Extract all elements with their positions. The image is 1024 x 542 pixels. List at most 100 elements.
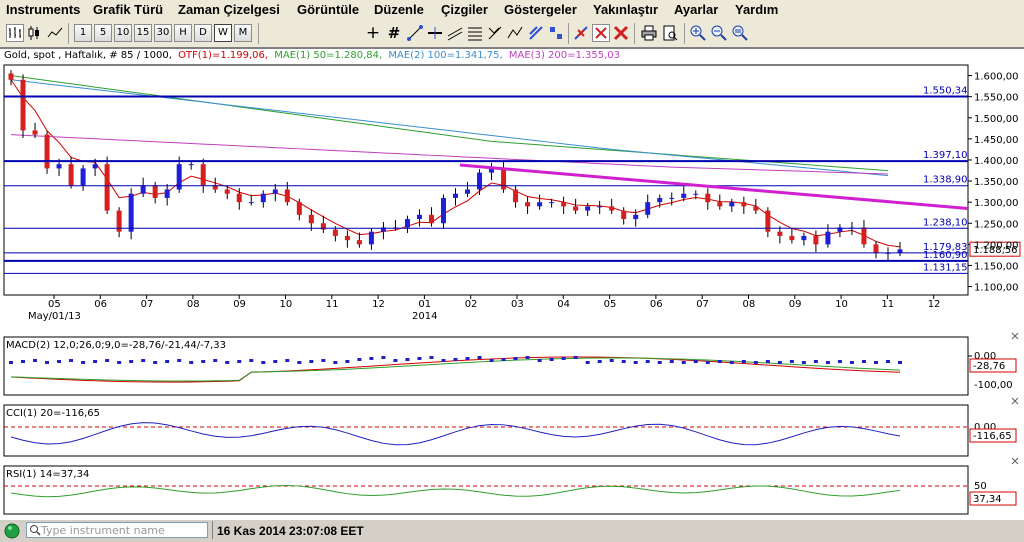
macd-histogram-bar	[861, 360, 866, 363]
tf-15-button[interactable]: 15	[134, 24, 152, 42]
tf-d-button[interactable]: D	[194, 24, 212, 42]
zoom-in-icon[interactable]	[689, 24, 707, 42]
menu-lines[interactable]: Çizgiler	[441, 2, 488, 17]
delete-selected-icon[interactable]	[592, 24, 610, 42]
y-tick-label: 1.600,00	[974, 72, 1019, 83]
print-preview-icon[interactable]	[661, 24, 679, 42]
bar-chart-icon[interactable]	[6, 24, 24, 42]
candle	[68, 164, 74, 186]
delete-line-icon[interactable]	[572, 24, 590, 42]
candle	[897, 249, 903, 253]
macd-histogram-bar	[93, 360, 98, 363]
shape-tool-icon[interactable]	[547, 24, 565, 42]
candle	[248, 202, 254, 204]
macd-histogram-bar	[417, 357, 422, 360]
menu-instruments[interactable]: Instruments	[6, 2, 80, 17]
x-tick-label: 04	[557, 299, 570, 310]
chart-canvas[interactable]: _ Gold, spot , Haftalık, # 85 / 1000, OT…	[0, 48, 1024, 520]
draw-line-icon[interactable]	[406, 24, 424, 42]
menu-help[interactable]: Yardım	[735, 2, 778, 17]
candle	[8, 73, 14, 80]
macd-histogram-bar	[381, 356, 386, 359]
tf-h-button[interactable]: H	[174, 24, 192, 42]
y-tick-label: 1.250,00	[974, 219, 1019, 230]
candle	[404, 219, 410, 228]
macd-histogram-bar	[561, 357, 566, 360]
text-tool-icon[interactable]	[527, 24, 545, 42]
candle	[92, 164, 98, 169]
tf-m-button[interactable]: M	[234, 24, 252, 42]
macd-histogram-bar	[777, 361, 782, 364]
panel-pin-icon[interactable]	[1011, 397, 1019, 405]
legend-mae3: MAE(3) 200=1.355,03	[509, 50, 620, 61]
macd-histogram-bar	[753, 361, 758, 364]
grid-hash-icon[interactable]: #	[385, 24, 403, 42]
panel-pin-icon[interactable]	[1011, 457, 1019, 465]
y-tick-label: 1.500,00	[974, 114, 1019, 125]
macd-histogram-bar	[81, 361, 86, 364]
price-level-label: 1.131,15	[923, 262, 968, 273]
price-level-label: 1.550,34	[923, 86, 968, 97]
zoom-reset-icon[interactable]	[731, 24, 749, 42]
macd-histogram-bar	[573, 356, 578, 359]
macd-histogram-bar	[369, 357, 374, 360]
macd-histogram-bar	[33, 359, 38, 362]
tf-1-button[interactable]: 1	[74, 24, 92, 42]
candle	[789, 235, 795, 241]
tf-30-button[interactable]: 30	[154, 24, 172, 42]
macd-histogram-bar	[609, 359, 614, 362]
macd-histogram-bar	[297, 361, 302, 364]
candle-chart-icon[interactable]	[26, 24, 44, 42]
candle	[681, 193, 687, 198]
menu-zoom[interactable]: Yakınlaştır	[593, 2, 658, 17]
legend-mae1: MAE(1) 50=1.280,84,	[274, 50, 382, 61]
macd-histogram-bar	[129, 360, 134, 363]
macd-histogram-bar	[405, 358, 410, 361]
macd-histogram-bar	[285, 359, 290, 362]
instrument-search-input[interactable]	[26, 522, 208, 538]
x-tick-label: 07	[696, 299, 709, 310]
macd-histogram-bar	[525, 356, 530, 359]
tf-5-button[interactable]: 5	[94, 24, 112, 42]
legend-mae2: MAE(2) 100=1.341,75,	[388, 50, 502, 61]
menu-settings[interactable]: Ayarlar	[674, 2, 718, 17]
candle	[188, 164, 194, 166]
menu-indicators[interactable]: Göstergeler	[504, 2, 577, 17]
draw-ray-icon[interactable]	[486, 24, 504, 42]
trend-line[interactable]	[459, 163, 969, 210]
macd-histogram-bar	[309, 360, 314, 363]
macd-histogram-bar	[813, 360, 818, 363]
x-tick-label: 11	[881, 299, 894, 310]
menu-view[interactable]: Görüntüle	[297, 2, 359, 17]
y-tick-label: 1.300,00	[974, 198, 1019, 209]
candle	[440, 197, 446, 224]
rsi-line	[10, 484, 901, 498]
tf-w-button[interactable]: W	[214, 24, 232, 42]
zoom-out-icon[interactable]	[710, 24, 728, 42]
panel-pin-icon[interactable]	[1011, 332, 1019, 340]
tf-10-button[interactable]: 10	[114, 24, 132, 42]
menu-timeframe[interactable]: Zaman Çizelgesi	[178, 2, 280, 17]
candle	[537, 202, 543, 207]
crosshair-icon[interactable]: +	[364, 24, 382, 42]
macd-histogram-bar	[453, 358, 458, 361]
print-icon[interactable]	[640, 24, 658, 42]
macd-histogram-bar	[117, 361, 122, 364]
rsi-tick-label: 50	[974, 481, 987, 492]
macd-histogram-bar	[165, 360, 170, 363]
draw-horizontal-icon[interactable]	[426, 24, 444, 42]
candle	[621, 210, 627, 220]
draw-trend-icon[interactable]	[506, 24, 524, 42]
draw-fibo-icon[interactable]	[466, 24, 484, 42]
candle	[453, 193, 458, 198]
menu-edit[interactable]: Düzenle	[374, 2, 424, 17]
menu-chart-type[interactable]: Grafik Türü	[93, 2, 163, 17]
line-chart-icon[interactable]	[46, 24, 64, 42]
candle	[609, 206, 615, 211]
draw-channel-icon[interactable]	[446, 24, 464, 42]
delete-all-icon[interactable]	[612, 24, 630, 42]
candle	[44, 134, 50, 169]
candle	[20, 79, 26, 131]
macd-histogram-bar	[898, 361, 902, 364]
x-tick-label: 03	[511, 299, 524, 310]
